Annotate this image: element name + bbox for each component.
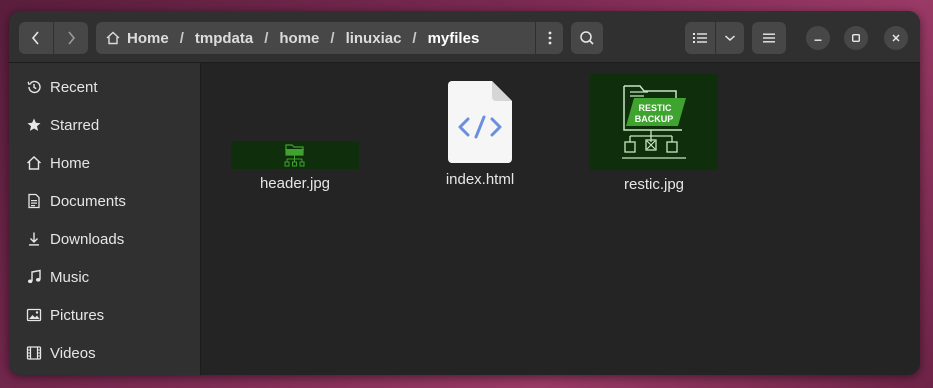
sidebar-item-music[interactable]: Music: [9, 258, 200, 296]
home-icon: [106, 31, 120, 45]
hamburger-icon: [763, 33, 775, 43]
breadcrumb-tmpdata[interactable]: tmpdata: [195, 30, 253, 47]
sidebar-item-label: Home: [50, 154, 91, 172]
sidebar-item-recent[interactable]: Recent: [9, 68, 200, 106]
close-button[interactable]: [884, 26, 908, 50]
sidebar-item-label: Downloads: [50, 230, 125, 248]
sidebar-item-label: Pictures: [50, 306, 105, 324]
main-menu-button[interactable]: [752, 22, 786, 54]
file-item[interactable]: RESTIC BACKUP restic.jpg: [590, 74, 718, 193]
image-thumbnail: RESTIC BACKUP: [590, 74, 718, 170]
sidebar-item-label: Documents: [50, 192, 126, 210]
clock-icon: [26, 79, 42, 95]
sidebar-item-label: Recent: [50, 78, 98, 96]
maximize-icon: [852, 34, 860, 42]
restic-backup-logo: RESTIC BACKUP: [622, 85, 686, 159]
list-view-button[interactable]: [685, 22, 715, 54]
picture-icon: [26, 307, 42, 323]
folder-menu-button[interactable]: [535, 22, 563, 54]
file-manager-window: Home / tmpdata / home / linuxiac / myfil…: [9, 11, 920, 375]
back-button[interactable]: [19, 22, 53, 54]
minimize-button[interactable]: [806, 26, 830, 50]
minimize-icon: [814, 39, 822, 41]
sidebar-item-label: Videos: [50, 344, 96, 362]
close-icon: [892, 34, 900, 42]
sidebar: Recent Starred Home Documents Downloads …: [9, 63, 201, 375]
sidebar-item-label: Music: [50, 268, 90, 286]
sidebar-item-label: Starred: [50, 116, 100, 134]
file-name: restic.jpg: [623, 176, 685, 193]
breadcrumb-linuxiac[interactable]: linuxiac: [346, 30, 402, 47]
chevron-down-icon: [725, 35, 735, 42]
maximize-button[interactable]: [844, 26, 868, 50]
list-view-icon: [693, 33, 707, 43]
sidebar-item-starred[interactable]: Starred: [9, 106, 200, 144]
search-button[interactable]: [571, 22, 603, 54]
sidebar-item-home[interactable]: Home: [9, 144, 200, 182]
file-item[interactable]: index.html: [426, 79, 534, 188]
breadcrumb-home[interactable]: Home: [105, 30, 169, 47]
vertical-dots-icon: [548, 31, 551, 45]
header-bar: Home / tmpdata / home / linuxiac / myfil…: [9, 11, 920, 63]
sidebar-item-pictures[interactable]: Pictures: [9, 296, 200, 334]
forward-button[interactable]: [54, 22, 88, 54]
sidebar-item-downloads[interactable]: Downloads: [9, 220, 200, 258]
breadcrumb: Home / tmpdata / home / linuxiac / myfil…: [96, 22, 563, 54]
home-icon: [26, 155, 42, 171]
search-icon: [580, 31, 594, 45]
html-file-icon: [448, 81, 512, 163]
sidebar-item-documents[interactable]: Documents: [9, 182, 200, 220]
document-icon: [26, 193, 42, 209]
view-options-button[interactable]: [716, 22, 744, 54]
sidebar-item-videos[interactable]: Videos: [9, 334, 200, 372]
view-switcher: [685, 22, 744, 54]
breadcrumb-myfiles[interactable]: myfiles: [428, 30, 480, 47]
download-icon: [26, 231, 42, 247]
image-thumbnail: [231, 141, 359, 169]
chevron-right-icon: [68, 31, 76, 45]
file-view: header.jpg index.html RESTIC BACKUP rest…: [202, 63, 920, 375]
svg-text:BACKUP: BACKUP: [635, 114, 674, 124]
file-item[interactable]: header.jpg: [231, 141, 359, 192]
navigation-buttons: [19, 22, 88, 54]
chevron-left-icon: [31, 31, 39, 45]
svg-text:RESTIC: RESTIC: [638, 103, 672, 113]
star-icon: [26, 117, 42, 133]
file-name: header.jpg: [259, 175, 331, 192]
breadcrumb-home-folder[interactable]: home: [279, 30, 319, 47]
film-icon: [26, 345, 42, 361]
music-note-icon: [26, 269, 42, 285]
file-name: index.html: [445, 171, 515, 188]
folder-network-icon: [284, 144, 305, 167]
